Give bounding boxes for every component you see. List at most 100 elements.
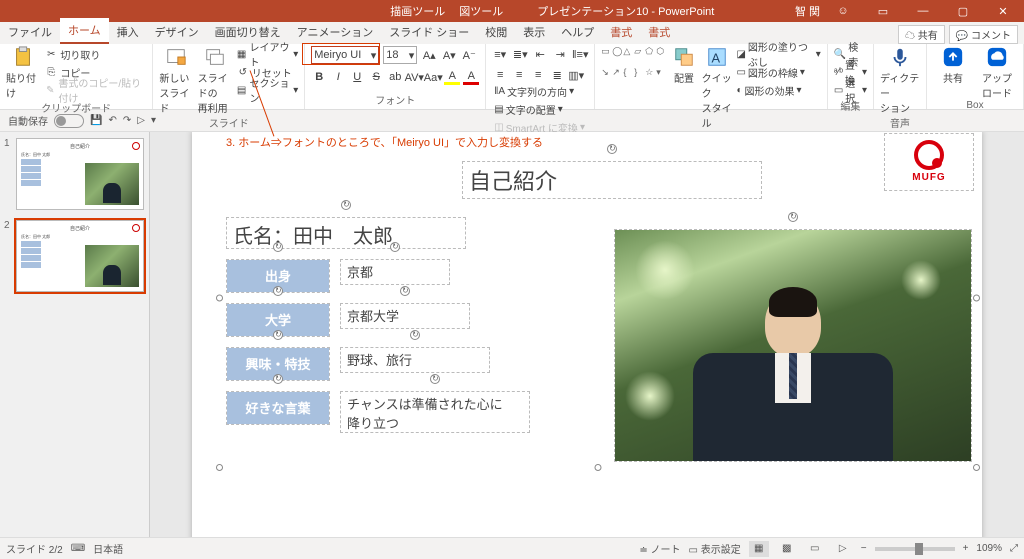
slide-counter[interactable]: スライド 2/2: [6, 541, 63, 556]
contextual-tab-drawing: 描画ツール: [390, 3, 445, 19]
minimize-icon[interactable]: —: [906, 0, 940, 22]
italic-button[interactable]: I: [330, 69, 346, 85]
close-icon[interactable]: ✕: [986, 0, 1020, 22]
bullets-button[interactable]: ≡▾: [492, 46, 508, 62]
workspace: 1 自己紹介 氏名：田中 太郎 2 自己紹介 氏名：田中 太郎: [0, 132, 1024, 537]
slide-thumbnail-2[interactable]: 自己紹介 氏名：田中 太郎: [16, 220, 144, 292]
contextual-tab-picture: 図ツール: [459, 3, 503, 19]
reuse-icon: [204, 46, 226, 68]
user-avatar-icon[interactable]: ☺: [826, 0, 860, 22]
select-button[interactable]: ▭選択 ▾: [834, 82, 867, 98]
slide-canvas-area[interactable]: MUFG 自己紹介 氏名：田中 太郎 出身: [150, 132, 1024, 537]
tab-design[interactable]: デザイン: [147, 20, 207, 44]
tab-format-picture[interactable]: 書式: [640, 20, 678, 44]
group-editing: 🔍検索 ᵃ⁄ᵇ置換 ▾ ▭選択 ▾ 編集: [828, 44, 874, 109]
text-direction-button[interactable]: ‖A文字列の方向 ▾: [494, 83, 588, 99]
slideshow-view-icon[interactable]: ▷: [833, 541, 853, 557]
tab-slideshow[interactable]: スライド ショー: [381, 20, 477, 44]
display-settings-button[interactable]: ▭ 表示設定: [689, 541, 741, 556]
shadow-button[interactable]: ab: [387, 69, 403, 85]
indent-dec-button[interactable]: ⇤: [532, 46, 548, 62]
layout-button[interactable]: ▦レイアウト ▾: [236, 46, 298, 62]
language-status[interactable]: 日本語: [93, 541, 123, 556]
tab-view[interactable]: 表示: [515, 20, 553, 44]
slide[interactable]: MUFG 自己紹介 氏名：田中 太郎 出身: [192, 132, 982, 537]
columns-button[interactable]: ▥▾: [568, 67, 584, 83]
shape-effects-button[interactable]: ◐図形の効果 ▾: [736, 82, 820, 98]
shapes-gallery[interactable]: ▭◯△▱⬠⬡ ↘↗{}☆▾: [601, 46, 666, 86]
underline-button[interactable]: U: [349, 69, 365, 85]
font-name-combo[interactable]: Meiryo UI▾: [311, 46, 379, 64]
spacing-button[interactable]: AV▾: [406, 69, 422, 85]
justify-button[interactable]: ≣: [549, 67, 565, 83]
quick-styles-button[interactable]: A クイック スタイル: [702, 46, 733, 130]
numbering-button[interactable]: ≣▾: [512, 46, 528, 62]
maximize-icon[interactable]: ▢: [946, 0, 980, 22]
align-right-button[interactable]: ≡: [530, 67, 546, 83]
tab-home[interactable]: ホーム: [60, 18, 109, 44]
cut-icon: ✂: [44, 47, 58, 61]
increase-font-button[interactable]: A▴: [421, 47, 437, 63]
sorter-view-icon[interactable]: ▩: [777, 541, 797, 557]
normal-view-icon[interactable]: ▦: [749, 541, 769, 557]
mic-icon: [889, 46, 911, 68]
ribbon: 貼り付け ✂切り取り ⎘コピー ✎書式のコピー/貼り付け クリップボード 新しい…: [0, 44, 1024, 110]
align-text-button[interactable]: ▤文字の配置 ▾: [494, 101, 588, 117]
section-button[interactable]: ▤セクション ▾: [236, 82, 298, 98]
tab-review[interactable]: 校閲: [477, 20, 515, 44]
box-upload-button[interactable]: アップ ロード: [977, 46, 1017, 100]
paste-button[interactable]: 貼り付け: [6, 46, 40, 100]
cut-button[interactable]: ✂切り取り: [44, 46, 146, 62]
decrease-font-button[interactable]: A▾: [441, 47, 457, 63]
zoom-out-icon[interactable]: −: [861, 543, 867, 554]
notes-button[interactable]: ≐ ノート: [639, 541, 680, 556]
line-spacing-button[interactable]: ‖≡▾: [572, 46, 588, 62]
box-share-button[interactable]: 共有: [933, 46, 973, 85]
shape-fill-button[interactable]: ◪図形の塗りつぶし ▾: [736, 46, 820, 62]
tab-insert[interactable]: 挿入: [109, 20, 147, 44]
bold-button[interactable]: B: [311, 69, 327, 85]
clear-format-button[interactable]: A⁻: [461, 47, 477, 63]
align-left-button[interactable]: ≡: [492, 67, 508, 83]
chevron-down-icon: ▾: [409, 49, 415, 62]
slide-thumbnail-1[interactable]: 自己紹介 氏名：田中 太郎: [16, 138, 144, 210]
reuse-slides-button[interactable]: スライドの 再利用: [198, 46, 232, 115]
slide-thumbnails-panel[interactable]: 1 自己紹介 氏名：田中 太郎 2 自己紹介 氏名：田中 太郎: [0, 132, 150, 537]
arrange-button[interactable]: 配置: [670, 46, 697, 85]
user-name[interactable]: 智 関: [795, 3, 820, 19]
share-button[interactable]: ☁ 共有: [898, 25, 945, 44]
lang-icon[interactable]: ⌨: [71, 543, 85, 554]
font-size-combo[interactable]: 18▾: [383, 46, 417, 64]
fit-window-icon[interactable]: ⤢: [1010, 543, 1018, 554]
tab-format-drawing[interactable]: 書式: [602, 20, 640, 44]
mufg-icon: [132, 142, 140, 150]
group-selection[interactable]: [220, 132, 976, 467]
highlight-button[interactable]: A: [444, 69, 460, 85]
tab-animations[interactable]: アニメーション: [289, 20, 382, 44]
autosave-toggle[interactable]: [54, 114, 84, 128]
reading-view-icon[interactable]: ▭: [805, 541, 825, 557]
case-button[interactable]: Aa▾: [425, 69, 441, 85]
tab-help[interactable]: ヘルプ: [553, 20, 602, 44]
qat-more-icon[interactable]: ▾: [151, 115, 156, 126]
mufg-icon: [132, 224, 140, 232]
indent-inc-button[interactable]: ⇥: [552, 46, 568, 62]
zoom-level[interactable]: 109%: [976, 543, 1002, 554]
new-slide-button[interactable]: 新しい スライド: [159, 46, 193, 115]
dictate-button[interactable]: ディクテー ション: [880, 46, 920, 115]
zoom-slider[interactable]: [875, 547, 955, 551]
format-painter-button[interactable]: ✎書式のコピー/貼り付け: [44, 82, 146, 98]
share-icon: [942, 46, 964, 68]
font-color-button[interactable]: A: [463, 69, 479, 85]
group-font: Meiryo UI▾ 18▾ A▴ A▾ A⁻ B I U S ab AV▾ A…: [305, 44, 486, 109]
shape-outline-button[interactable]: ▭図形の枠線 ▾: [736, 64, 820, 80]
ribbon-display-icon[interactable]: ▭: [866, 0, 900, 22]
comment-button[interactable]: 💬 コメント: [949, 25, 1018, 44]
upload-icon: [986, 46, 1008, 68]
strike-button[interactable]: S: [368, 69, 384, 85]
zoom-in-icon[interactable]: +: [963, 543, 969, 554]
svg-text:A: A: [712, 51, 721, 66]
tab-file[interactable]: ファイル: [0, 20, 60, 44]
layout-icon: ▦: [236, 47, 248, 61]
align-center-button[interactable]: ≡: [511, 67, 527, 83]
